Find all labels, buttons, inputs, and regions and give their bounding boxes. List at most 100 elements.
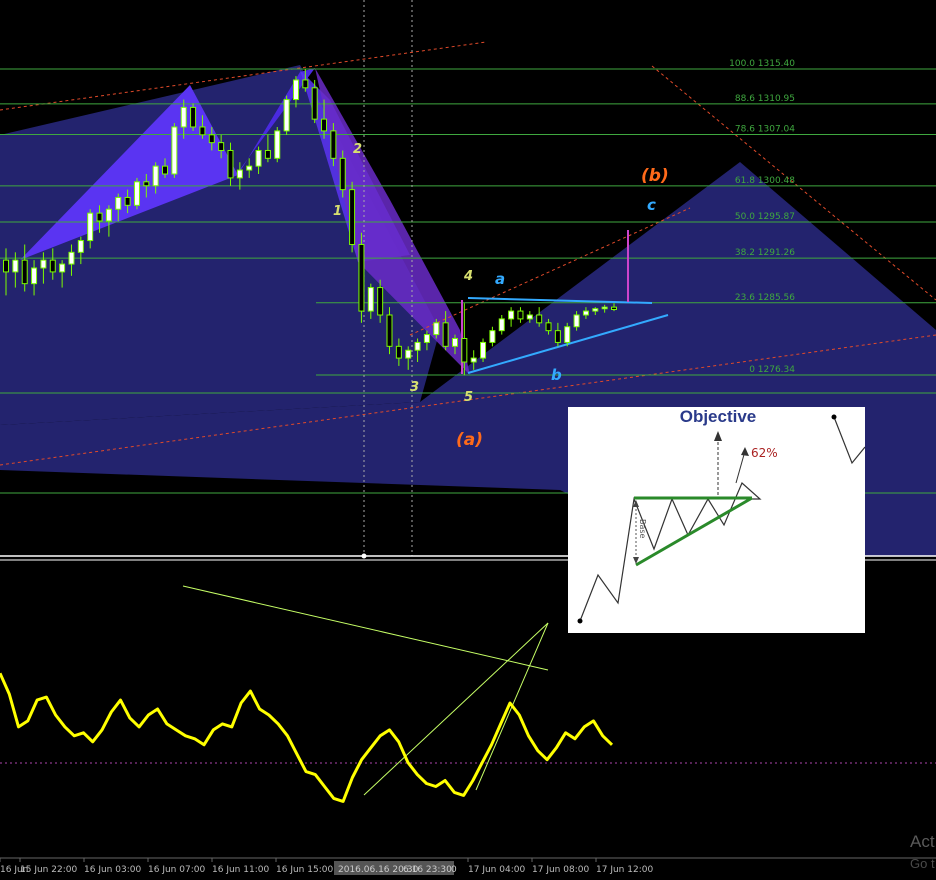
fib-label: 38.2 1291.26: [735, 248, 795, 258]
inset-pct: 62%: [751, 446, 778, 460]
fib-label: 78.6 1307.04: [735, 124, 795, 134]
candle-body: [573, 314, 580, 328]
candle-body: [480, 341, 487, 359]
candle-body: [330, 130, 337, 159]
candle-body: [526, 314, 533, 320]
fib-label: 50.0 1295.87: [735, 212, 795, 222]
candle-body: [292, 79, 299, 101]
candle-body: [246, 165, 253, 171]
candle-body: [68, 251, 75, 265]
inset-base-label: Base: [638, 519, 647, 539]
candle-body: [124, 196, 131, 206]
fib-label: 0 1276.34: [749, 365, 795, 375]
candle-body: [218, 142, 225, 151]
candle-body: [433, 322, 440, 336]
inset-diagram: 62% Base: [577, 414, 865, 624]
wave-label-4: 4: [463, 269, 473, 284]
objective-inset: Objective 62% Base: [568, 407, 865, 633]
time-axis-label: 17 Jun 08:00: [532, 865, 589, 875]
time-axis-label: 16 Jun 11:00: [212, 865, 269, 875]
candle-body: [3, 259, 9, 273]
wave-label-2: 2: [353, 142, 362, 157]
wave-label-3: 3: [410, 380, 419, 395]
candle-body: [395, 345, 402, 359]
inset-support: [635, 496, 753, 567]
wave-label-pb: (b): [641, 166, 669, 186]
candle-body: [508, 310, 515, 320]
candle-body: [564, 326, 571, 343]
trading-chart: 100.0 1315.40 88.6 1310.95 78.6 1307.04 61.…: [0, 0, 936, 876]
candle-body: [162, 165, 169, 175]
candle-body: [255, 149, 262, 167]
inset-start-dot: [577, 618, 583, 624]
candle-body: [115, 196, 122, 210]
candle-body: [611, 306, 617, 311]
candle-body: [96, 212, 103, 222]
candle-body: [545, 322, 552, 332]
fib-label: 23.6 1285.56: [735, 293, 795, 303]
divider-handle[interactable]: [361, 553, 367, 559]
candle-body: [40, 259, 47, 269]
candle-body: [536, 314, 543, 324]
wave-label-5: 5: [464, 390, 473, 405]
candle-body: [180, 106, 187, 128]
candle-body: [423, 334, 430, 343]
candle-body: [367, 287, 374, 312]
candle-body: [264, 149, 271, 159]
candle-body: [377, 287, 384, 316]
time-axis-label: 17 Jun 04:00: [468, 865, 525, 875]
candle-body: [517, 310, 524, 320]
x-highlight-2: 6.16 23:30: [403, 865, 452, 875]
wave-label-pa: (a): [456, 430, 483, 450]
candle-body: [461, 337, 468, 363]
candle-body: [77, 240, 84, 253]
inset-end-dot: [831, 414, 837, 420]
fib-label: 100.0 1315.40: [729, 59, 795, 69]
candle-body: [143, 181, 150, 187]
candle-body: [414, 341, 421, 351]
candle-body: [208, 134, 215, 144]
inset-target-arrow: [714, 431, 722, 441]
time-axis-label: 16 Jun 03:00: [84, 865, 141, 875]
wave-label-a: a: [495, 270, 505, 288]
inset-price-path: [579, 481, 762, 622]
candle-body: [311, 87, 318, 120]
candle-body: [190, 106, 197, 128]
time-axis-label: 16 Jun 15:00: [276, 865, 333, 875]
watermark-line-1: Act: [910, 832, 935, 851]
candle-body: [274, 130, 281, 159]
inset-price-path-right: [833, 416, 865, 465]
candle-body: [236, 169, 243, 179]
fib-label: 61.8 1300.48: [735, 176, 795, 186]
candle-body: [199, 126, 206, 136]
candle-body: [227, 149, 234, 179]
wave-label-1: 1: [333, 204, 342, 219]
candle-body: [582, 310, 589, 316]
candle-body: [442, 322, 449, 347]
candle-body: [498, 318, 505, 332]
candle-body: [302, 79, 309, 89]
candle-body: [470, 357, 477, 363]
wave-label-c: c: [647, 196, 656, 214]
candle-body: [12, 259, 19, 273]
candle-body: [87, 212, 94, 242]
candle-body: [601, 306, 608, 310]
candle-body: [31, 267, 38, 285]
candle-body: [592, 308, 599, 312]
candle-body: [133, 181, 140, 206]
candle-body: [554, 330, 561, 343]
time-axis-label: 15 Jun 22:00: [20, 865, 77, 875]
candle-body: [152, 165, 159, 187]
candle-body: [386, 314, 393, 347]
time-axis-label: 17 Jun 12:00: [596, 865, 653, 875]
candle-body: [451, 337, 458, 347]
candle-body: [49, 259, 56, 273]
candle-body: [489, 330, 496, 343]
fib-label: 88.6 1310.95: [735, 94, 795, 104]
time-axis-label: 16 Jun 07:00: [148, 865, 205, 875]
wave-label-b: b: [551, 366, 562, 384]
candle-body: [283, 99, 290, 132]
candle-body: [105, 208, 112, 222]
candle-body: [358, 243, 365, 312]
watermark-line-2: Go t: [910, 856, 935, 871]
